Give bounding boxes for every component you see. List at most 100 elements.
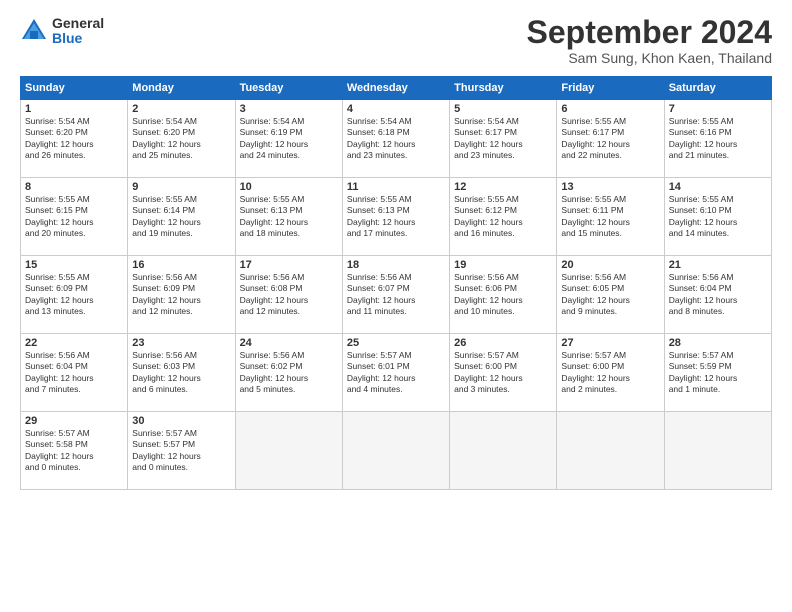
table-row: 9Sunrise: 5:55 AM Sunset: 6:14 PM Daylig…	[128, 178, 235, 256]
table-row: 18Sunrise: 5:56 AM Sunset: 6:07 PM Dayli…	[342, 256, 449, 334]
page: General Blue September 2024 Sam Sung, Kh…	[0, 0, 792, 612]
day-info: Sunrise: 5:56 AM Sunset: 6:03 PM Dayligh…	[132, 350, 230, 396]
table-row: 19Sunrise: 5:56 AM Sunset: 6:06 PM Dayli…	[450, 256, 557, 334]
day-number: 16	[132, 259, 230, 271]
day-info: Sunrise: 5:57 AM Sunset: 6:00 PM Dayligh…	[561, 350, 659, 396]
table-row: 15Sunrise: 5:55 AM Sunset: 6:09 PM Dayli…	[21, 256, 128, 334]
day-number: 4	[347, 103, 445, 115]
day-info: Sunrise: 5:54 AM Sunset: 6:20 PM Dayligh…	[132, 116, 230, 162]
day-number: 29	[25, 415, 123, 427]
header-monday: Monday	[128, 77, 235, 100]
day-number: 6	[561, 103, 659, 115]
header-wednesday: Wednesday	[342, 77, 449, 100]
header-tuesday: Tuesday	[235, 77, 342, 100]
day-info: Sunrise: 5:55 AM Sunset: 6:09 PM Dayligh…	[25, 272, 123, 318]
location: Sam Sung, Khon Kaen, Thailand	[527, 50, 772, 66]
day-info: Sunrise: 5:57 AM Sunset: 5:59 PM Dayligh…	[669, 350, 767, 396]
logo-general: General	[52, 16, 104, 31]
table-row: 14Sunrise: 5:55 AM Sunset: 6:10 PM Dayli…	[664, 178, 771, 256]
table-row	[557, 412, 664, 490]
logo-blue: Blue	[52, 31, 104, 46]
month-title: September 2024	[527, 16, 772, 48]
day-number: 1	[25, 103, 123, 115]
calendar-table: Sunday Monday Tuesday Wednesday Thursday…	[20, 76, 772, 490]
day-number: 7	[669, 103, 767, 115]
table-row: 1Sunrise: 5:54 AM Sunset: 6:20 PM Daylig…	[21, 100, 128, 178]
day-number: 30	[132, 415, 230, 427]
day-info: Sunrise: 5:54 AM Sunset: 6:19 PM Dayligh…	[240, 116, 338, 162]
table-row: 12Sunrise: 5:55 AM Sunset: 6:12 PM Dayli…	[450, 178, 557, 256]
table-row: 4Sunrise: 5:54 AM Sunset: 6:18 PM Daylig…	[342, 100, 449, 178]
table-row: 23Sunrise: 5:56 AM Sunset: 6:03 PM Dayli…	[128, 334, 235, 412]
calendar-week-row: 8Sunrise: 5:55 AM Sunset: 6:15 PM Daylig…	[21, 178, 772, 256]
table-row: 28Sunrise: 5:57 AM Sunset: 5:59 PM Dayli…	[664, 334, 771, 412]
header-sunday: Sunday	[21, 77, 128, 100]
header: General Blue September 2024 Sam Sung, Kh…	[20, 16, 772, 66]
day-number: 9	[132, 181, 230, 193]
table-row: 16Sunrise: 5:56 AM Sunset: 6:09 PM Dayli…	[128, 256, 235, 334]
table-row: 30Sunrise: 5:57 AM Sunset: 5:57 PM Dayli…	[128, 412, 235, 490]
table-row	[342, 412, 449, 490]
day-info: Sunrise: 5:54 AM Sunset: 6:20 PM Dayligh…	[25, 116, 123, 162]
table-row	[235, 412, 342, 490]
day-info: Sunrise: 5:55 AM Sunset: 6:17 PM Dayligh…	[561, 116, 659, 162]
day-info: Sunrise: 5:56 AM Sunset: 6:02 PM Dayligh…	[240, 350, 338, 396]
day-number: 8	[25, 181, 123, 193]
day-number: 14	[669, 181, 767, 193]
day-number: 25	[347, 337, 445, 349]
day-number: 10	[240, 181, 338, 193]
table-row: 13Sunrise: 5:55 AM Sunset: 6:11 PM Dayli…	[557, 178, 664, 256]
day-info: Sunrise: 5:55 AM Sunset: 6:15 PM Dayligh…	[25, 194, 123, 240]
day-number: 18	[347, 259, 445, 271]
day-info: Sunrise: 5:57 AM Sunset: 6:00 PM Dayligh…	[454, 350, 552, 396]
calendar-header-row: Sunday Monday Tuesday Wednesday Thursday…	[21, 77, 772, 100]
table-row: 10Sunrise: 5:55 AM Sunset: 6:13 PM Dayli…	[235, 178, 342, 256]
day-info: Sunrise: 5:55 AM Sunset: 6:13 PM Dayligh…	[347, 194, 445, 240]
day-info: Sunrise: 5:57 AM Sunset: 5:57 PM Dayligh…	[132, 428, 230, 474]
table-row: 26Sunrise: 5:57 AM Sunset: 6:00 PM Dayli…	[450, 334, 557, 412]
table-row: 27Sunrise: 5:57 AM Sunset: 6:00 PM Dayli…	[557, 334, 664, 412]
day-info: Sunrise: 5:55 AM Sunset: 6:14 PM Dayligh…	[132, 194, 230, 240]
table-row: 24Sunrise: 5:56 AM Sunset: 6:02 PM Dayli…	[235, 334, 342, 412]
day-info: Sunrise: 5:54 AM Sunset: 6:17 PM Dayligh…	[454, 116, 552, 162]
day-info: Sunrise: 5:56 AM Sunset: 6:06 PM Dayligh…	[454, 272, 552, 318]
day-info: Sunrise: 5:55 AM Sunset: 6:13 PM Dayligh…	[240, 194, 338, 240]
logo-icon	[20, 17, 48, 45]
table-row: 25Sunrise: 5:57 AM Sunset: 6:01 PM Dayli…	[342, 334, 449, 412]
table-row: 29Sunrise: 5:57 AM Sunset: 5:58 PM Dayli…	[21, 412, 128, 490]
table-row: 11Sunrise: 5:55 AM Sunset: 6:13 PM Dayli…	[342, 178, 449, 256]
table-row: 5Sunrise: 5:54 AM Sunset: 6:17 PM Daylig…	[450, 100, 557, 178]
calendar-week-row: 22Sunrise: 5:56 AM Sunset: 6:04 PM Dayli…	[21, 334, 772, 412]
day-number: 21	[669, 259, 767, 271]
day-info: Sunrise: 5:57 AM Sunset: 5:58 PM Dayligh…	[25, 428, 123, 474]
day-number: 17	[240, 259, 338, 271]
table-row: 8Sunrise: 5:55 AM Sunset: 6:15 PM Daylig…	[21, 178, 128, 256]
day-info: Sunrise: 5:56 AM Sunset: 6:09 PM Dayligh…	[132, 272, 230, 318]
day-info: Sunrise: 5:55 AM Sunset: 6:11 PM Dayligh…	[561, 194, 659, 240]
day-info: Sunrise: 5:55 AM Sunset: 6:12 PM Dayligh…	[454, 194, 552, 240]
header-saturday: Saturday	[664, 77, 771, 100]
header-friday: Friday	[557, 77, 664, 100]
day-number: 26	[454, 337, 552, 349]
table-row: 22Sunrise: 5:56 AM Sunset: 6:04 PM Dayli…	[21, 334, 128, 412]
calendar-week-row: 29Sunrise: 5:57 AM Sunset: 5:58 PM Dayli…	[21, 412, 772, 490]
day-number: 5	[454, 103, 552, 115]
table-row: 7Sunrise: 5:55 AM Sunset: 6:16 PM Daylig…	[664, 100, 771, 178]
day-number: 3	[240, 103, 338, 115]
day-info: Sunrise: 5:56 AM Sunset: 6:05 PM Dayligh…	[561, 272, 659, 318]
day-info: Sunrise: 5:56 AM Sunset: 6:04 PM Dayligh…	[25, 350, 123, 396]
header-thursday: Thursday	[450, 77, 557, 100]
day-number: 2	[132, 103, 230, 115]
table-row	[664, 412, 771, 490]
logo-text: General Blue	[52, 16, 104, 47]
title-area: September 2024 Sam Sung, Khon Kaen, Thai…	[527, 16, 772, 66]
day-info: Sunrise: 5:55 AM Sunset: 6:16 PM Dayligh…	[669, 116, 767, 162]
day-number: 24	[240, 337, 338, 349]
logo: General Blue	[20, 16, 104, 47]
day-info: Sunrise: 5:56 AM Sunset: 6:04 PM Dayligh…	[669, 272, 767, 318]
day-number: 13	[561, 181, 659, 193]
day-number: 28	[669, 337, 767, 349]
day-info: Sunrise: 5:57 AM Sunset: 6:01 PM Dayligh…	[347, 350, 445, 396]
day-info: Sunrise: 5:55 AM Sunset: 6:10 PM Dayligh…	[669, 194, 767, 240]
calendar-week-row: 15Sunrise: 5:55 AM Sunset: 6:09 PM Dayli…	[21, 256, 772, 334]
